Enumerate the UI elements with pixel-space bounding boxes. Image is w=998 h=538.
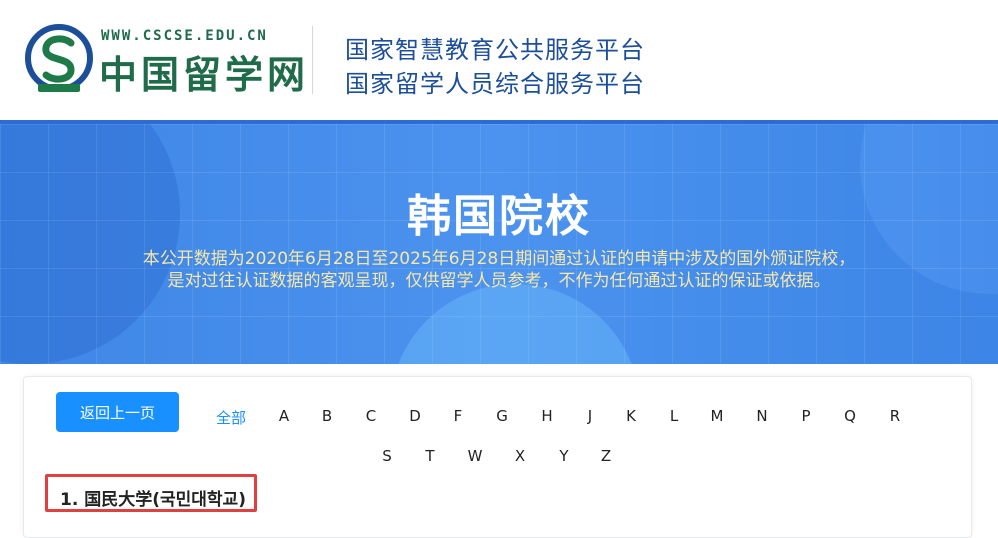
site-url[interactable]: WWW.CSCSE.EDU.CN (101, 28, 268, 44)
school-list-item[interactable]: 1. 国民大学(국민대학교) (45, 474, 257, 512)
letter-filter-w[interactable]: W (468, 447, 483, 465)
letter-filter-p[interactable]: P (801, 407, 810, 425)
letter-filter-s[interactable]: S (382, 447, 392, 465)
letter-filter-t[interactable]: T (425, 447, 434, 465)
letter-filter-z[interactable]: Z (601, 447, 611, 465)
letter-filter-h[interactable]: H (541, 407, 552, 425)
banner-description-line: 本公开数据为2020年6月28日至2025年6月28日期间通过认证的申请中涉及的… (142, 249, 856, 269)
letter-filter-a[interactable]: A (279, 407, 289, 425)
site-name[interactable]: 中国留学网 (99, 44, 309, 99)
letter-filter-d[interactable]: D (409, 407, 421, 425)
site-header: WWW.CSCSE.EDU.CN 中国留学网 国家智慧教育公共服务平台 国家留学… (0, 0, 998, 122)
letter-filter-n[interactable]: N (756, 407, 767, 425)
page-title: 韩国院校 (407, 191, 591, 242)
platform-name-smart-education: 国家智慧教育公共服务平台 (345, 36, 645, 64)
letter-filter-x[interactable]: X (515, 447, 525, 465)
letter-filter-j[interactable]: J (588, 407, 592, 425)
filter-all[interactable]: 全部 (216, 407, 246, 428)
letter-filter-f[interactable]: F (454, 407, 463, 425)
letter-filter-m[interactable]: M (711, 407, 724, 425)
letter-filter-k[interactable]: K (626, 407, 636, 425)
letter-filter-y[interactable]: Y (559, 447, 568, 465)
cscse-logo-icon[interactable] (24, 24, 94, 96)
back-button[interactable]: 返回上一页 (56, 392, 179, 432)
banner-description-line: 是对过往认证数据的客观呈现，仅供留学人员参考，不作为任何通过认证的保证或依据。 (167, 271, 831, 291)
banner-grid-pattern (0, 124, 998, 364)
banner-description: 本公开数据为2020年6月28日至2025年6月28日期间通过认证的申请中涉及的… (0, 248, 998, 292)
letter-filter-r[interactable]: R (890, 407, 900, 425)
page-banner: 韩国院校 本公开数据为2020年6月28日至2025年6月28日期间通过认证的申… (0, 124, 998, 364)
letter-filter-b[interactable]: B (322, 407, 332, 425)
platform-name-overseas-students: 国家留学人员综合服务平台 (345, 70, 645, 98)
header-divider (312, 26, 313, 94)
school-name[interactable]: 1. 国民大学(국민대학교) (60, 485, 246, 510)
letter-filter-c[interactable]: C (366, 407, 376, 425)
letter-filter-g[interactable]: G (496, 407, 508, 425)
letter-filter-q[interactable]: Q (844, 407, 856, 425)
letter-filter-l[interactable]: L (670, 407, 678, 425)
